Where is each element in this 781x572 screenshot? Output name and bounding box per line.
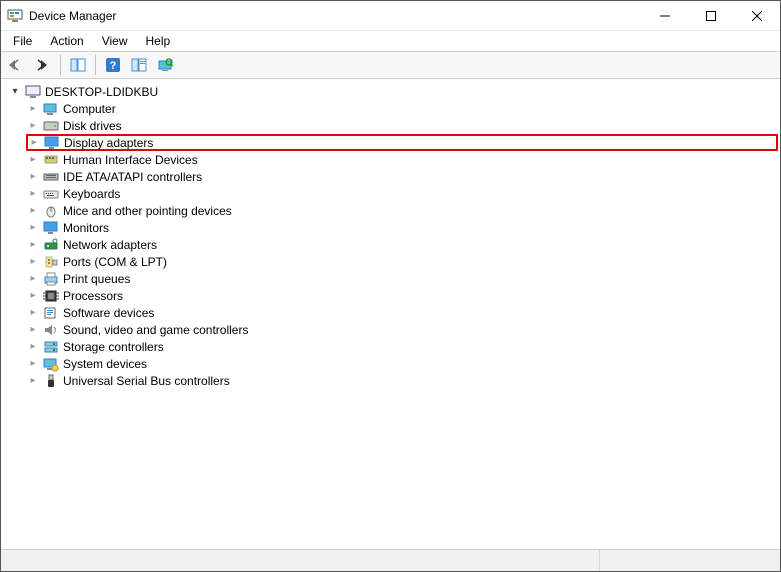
expand-arrow-icon[interactable]: [27, 188, 39, 200]
tree-item-label: Sound, video and game controllers: [63, 323, 248, 337]
statusbar-cell: [1, 550, 600, 571]
tree-item-label: System devices: [63, 357, 147, 371]
expand-arrow-icon[interactable]: [27, 239, 39, 251]
toolbar-properties-button[interactable]: [127, 54, 151, 76]
tree-item-display[interactable]: Display adapters: [26, 134, 778, 151]
expand-arrow-icon[interactable]: [9, 86, 21, 98]
expand-arrow-icon[interactable]: [27, 290, 39, 302]
monitor-icon: [43, 220, 59, 236]
toolbar-forward-button[interactable]: [31, 54, 55, 76]
tree-item-monitor[interactable]: Monitors: [27, 219, 778, 236]
tree-item-mouse[interactable]: Mice and other pointing devices: [27, 202, 778, 219]
mouse-icon: [43, 203, 59, 219]
tree-item-ports[interactable]: Ports (COM & LPT): [27, 253, 778, 270]
menu-file[interactable]: File: [5, 32, 40, 50]
tree-item-label: Monitors: [63, 221, 109, 235]
tree-item-label: Storage controllers: [63, 340, 164, 354]
tree-item-cpu[interactable]: Processors: [27, 287, 778, 304]
toolbar: ?: [1, 51, 780, 79]
expand-arrow-icon[interactable]: [27, 103, 39, 115]
menu-help[interactable]: Help: [138, 32, 179, 50]
tree-root-label: DESKTOP-LDIDKBU: [45, 85, 158, 99]
expand-arrow-icon[interactable]: [27, 307, 39, 319]
toolbar-separator: [95, 55, 96, 75]
system-icon: [43, 356, 59, 372]
menu-action[interactable]: Action: [42, 32, 91, 50]
toolbar-back-button[interactable]: [5, 54, 29, 76]
tree-item-label: Mice and other pointing devices: [63, 204, 232, 218]
close-button[interactable]: [734, 1, 780, 31]
expand-arrow-icon[interactable]: [27, 154, 39, 166]
tree-item-label: Keyboards: [63, 187, 120, 201]
toolbar-help-button[interactable]: ?: [101, 54, 125, 76]
titlebar: Device Manager: [1, 1, 780, 31]
tree-item-label: Network adapters: [63, 238, 157, 252]
sound-icon: [43, 322, 59, 338]
computer-icon: [43, 101, 59, 117]
expand-arrow-icon[interactable]: [27, 205, 39, 217]
tree-item-label: Software devices: [63, 306, 154, 320]
printer-icon: [43, 271, 59, 287]
tree-item-computer[interactable]: Computer: [27, 100, 778, 117]
expand-arrow-icon[interactable]: [28, 137, 40, 149]
tree-root[interactable]: DESKTOP-LDIDKBU: [9, 83, 778, 100]
disk-icon: [43, 118, 59, 134]
tree-item-ide[interactable]: IDE ATA/ATAPI controllers: [27, 168, 778, 185]
toolbar-showhide-button[interactable]: [66, 54, 90, 76]
window-title: Device Manager: [29, 9, 116, 23]
expand-arrow-icon[interactable]: [27, 324, 39, 336]
toolbar-scan-button[interactable]: [153, 54, 177, 76]
network-icon: [43, 237, 59, 253]
tree-item-label: Ports (COM & LPT): [63, 255, 167, 269]
statusbar-cell: [600, 550, 780, 571]
tree-item-storage[interactable]: Storage controllers: [27, 338, 778, 355]
minimize-button[interactable]: [642, 1, 688, 31]
expand-arrow-icon[interactable]: [27, 120, 39, 132]
device-tree[interactable]: DESKTOP-LDIDKBU Computer Disk drives Displ…: [1, 79, 780, 549]
display-icon: [44, 135, 60, 151]
tree-item-label: Print queues: [63, 272, 130, 286]
tree-item-usb[interactable]: Universal Serial Bus controllers: [27, 372, 778, 389]
expand-arrow-icon[interactable]: [27, 358, 39, 370]
expand-arrow-icon[interactable]: [27, 171, 39, 183]
tree-item-label: Display adapters: [64, 136, 153, 150]
tree-item-label: IDE ATA/ATAPI controllers: [63, 170, 202, 184]
computer-root-icon: [25, 84, 41, 100]
toolbar-separator: [60, 55, 61, 75]
tree-item-label: Disk drives: [63, 119, 122, 133]
tree-item-label: Computer: [63, 102, 116, 116]
app-icon: [7, 8, 23, 24]
expand-arrow-icon[interactable]: [27, 256, 39, 268]
tree-item-sound[interactable]: Sound, video and game controllers: [27, 321, 778, 338]
tree-item-network[interactable]: Network adapters: [27, 236, 778, 253]
hid-icon: [43, 152, 59, 168]
menubar: File Action View Help: [1, 31, 780, 51]
expand-arrow-icon[interactable]: [27, 222, 39, 234]
maximize-button[interactable]: [688, 1, 734, 31]
tree-item-keyboard[interactable]: Keyboards: [27, 185, 778, 202]
expand-arrow-icon[interactable]: [27, 341, 39, 353]
software-icon: [43, 305, 59, 321]
expand-arrow-icon[interactable]: [27, 375, 39, 387]
expand-arrow-icon[interactable]: [27, 273, 39, 285]
storage-icon: [43, 339, 59, 355]
tree-item-label: Human Interface Devices: [63, 153, 198, 167]
tree-item-printer[interactable]: Print queues: [27, 270, 778, 287]
tree-item-label: Processors: [63, 289, 123, 303]
keyboard-icon: [43, 186, 59, 202]
statusbar: [1, 549, 780, 571]
tree-item-software[interactable]: Software devices: [27, 304, 778, 321]
cpu-icon: [43, 288, 59, 304]
tree-item-hid[interactable]: Human Interface Devices: [27, 151, 778, 168]
tree-item-label: Universal Serial Bus controllers: [63, 374, 230, 388]
ide-icon: [43, 169, 59, 185]
tree-item-system[interactable]: System devices: [27, 355, 778, 372]
ports-icon: [43, 254, 59, 270]
tree-item-disk[interactable]: Disk drives: [27, 117, 778, 134]
svg-text:?: ?: [110, 60, 117, 72]
menu-view[interactable]: View: [94, 32, 136, 50]
usb-icon: [43, 373, 59, 389]
